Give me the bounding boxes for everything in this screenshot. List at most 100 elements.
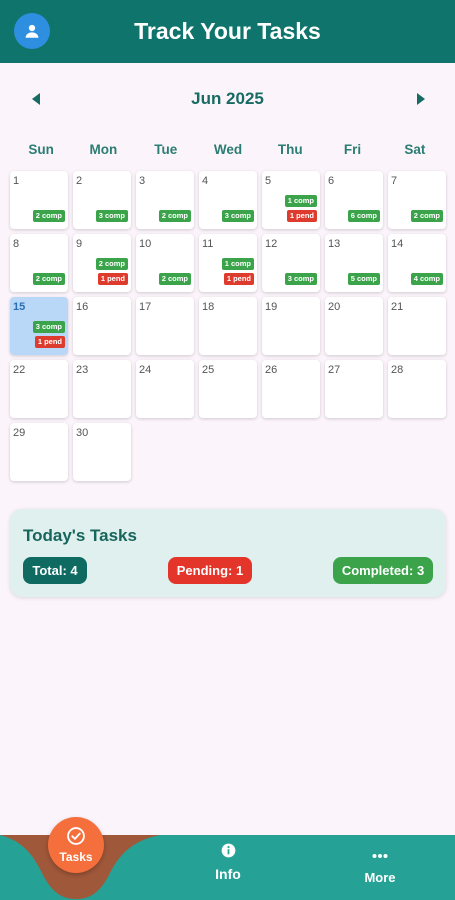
calendar-day[interactable]: 12 3 comp [262,234,320,292]
day-number: 7 [391,175,398,187]
calendar-day[interactable]: 7 2 comp [388,171,446,229]
calendar-day[interactable]: 10 2 comp [136,234,194,292]
calendar-grid: 1 2 comp 2 3 comp 3 2 comp 4 3 comp 5 1 comp 1 pen… [10,171,446,481]
weekday-label: Sun [28,142,54,157]
day-badges: 1 comp 1 pend [221,258,254,285]
calendar-day[interactable]: 9 2 comp 1 pend [73,234,131,292]
calendar-day[interactable]: 8 2 comp [10,234,68,292]
completed-count-badge: 2 comp [95,258,128,270]
weekday-label: Mon [89,142,118,157]
completed-count-badge: 5 comp [347,273,380,285]
more-dots-icon [372,846,388,862]
app-bar: Track Your Tasks [0,0,455,63]
app-title: Track Your Tasks [134,18,321,44]
day-badges: 1 comp 1 pend [284,195,317,222]
calendar-day[interactable]: 14 4 comp [388,234,446,292]
day-number: 10 [139,238,152,250]
day-number: 9 [76,238,83,250]
weekday-label: Wed [213,142,243,157]
calendar-day[interactable]: 18 [199,297,257,355]
calendar-day[interactable]: 28 [388,360,446,418]
pending-badge[interactable]: Pending: 1 [168,557,252,584]
calendar-day[interactable]: 16 [73,297,131,355]
day-number: 12 [265,238,278,250]
day-badges: 2 comp [32,273,65,285]
calendar-day[interactable]: 13 5 comp [325,234,383,292]
calendar-day[interactable]: 17 [136,297,194,355]
day-number: 1 [13,175,20,187]
weekday-label: Tue [154,142,178,157]
completed-count-badge: 3 comp [95,210,128,222]
day-badges: 3 comp [95,210,128,222]
day-number: 15 [13,301,26,313]
pending-count-badge: 1 pend [97,273,128,285]
day-number: 26 [265,364,278,376]
pending-count-badge: 1 pend [34,336,65,348]
day-number: 19 [265,301,278,313]
day-number: 8 [13,238,20,250]
day-badges: 2 comp [410,210,443,222]
day-badges: 3 comp [221,210,254,222]
day-badges: 2 comp [158,210,191,222]
day-number: 14 [391,238,404,250]
day-badges: 6 comp [347,210,380,222]
day-number: 6 [328,175,335,187]
calendar-day[interactable]: 30 [73,423,131,481]
total-badge[interactable]: Total: 4 [23,557,87,584]
day-number: 4 [202,175,209,187]
completed-count-badge: 2 comp [158,273,191,285]
day-number: 11 [202,238,214,250]
calendar-day[interactable]: 25 [199,360,257,418]
today-summary-card: Today's Tasks Total: 4 Pending: 1 Comple… [10,509,446,597]
completed-count-badge: 6 comp [347,210,380,222]
calendar-day[interactable]: 11 1 comp 1 pend [199,234,257,292]
calendar-day[interactable]: 5 1 comp 1 pend [262,171,320,229]
tab-info[interactable]: Info [203,843,253,882]
calendar-day[interactable]: 1 2 comp [10,171,68,229]
calendar-day[interactable]: 4 3 comp [199,171,257,229]
chevron-right-icon[interactable] [412,90,428,108]
day-number: 28 [391,364,404,376]
calendar-day[interactable]: 23 [73,360,131,418]
month-header: Jun 2025 [0,84,455,114]
calendar-day[interactable]: 21 [388,297,446,355]
day-badges: 3 comp [284,273,317,285]
calendar-day-today[interactable]: 15 3 comp 1 pend [10,297,68,355]
completed-count-badge: 2 comp [32,210,65,222]
completed-count-badge: 1 comp [284,195,317,207]
day-number: 27 [328,364,341,376]
day-badges: 2 comp 1 pend [95,258,128,285]
calendar-day[interactable]: 3 2 comp [136,171,194,229]
tab-more-label: More [364,870,396,885]
weekday-label: Thu [277,142,303,157]
calendar-day[interactable]: 24 [136,360,194,418]
tab-info-label: Info [215,866,241,882]
calendar-day[interactable]: 6 6 comp [325,171,383,229]
day-number: 20 [328,301,341,313]
day-badges: 2 comp [158,273,191,285]
day-badges: 3 comp 1 pend [32,321,65,348]
day-number: 13 [328,238,341,250]
day-number: 29 [13,427,26,439]
info-icon [221,843,236,861]
calendar-day[interactable]: 27 [325,360,383,418]
day-number: 18 [202,301,215,313]
completed-count-badge: 3 comp [32,321,65,333]
calendar-day[interactable]: 2 3 comp [73,171,131,229]
tab-more[interactable]: More [355,846,405,885]
day-number: 23 [76,364,89,376]
calendar-day[interactable]: 22 [10,360,68,418]
calendar-day[interactable]: 29 [10,423,68,481]
day-number: 30 [76,427,89,439]
day-number: 5 [265,175,272,187]
pending-count-badge: 1 pend [223,273,254,285]
weekday-label: Fri [343,142,362,157]
tab-tasks[interactable]: Tasks [48,817,104,873]
calendar-day[interactable]: 20 [325,297,383,355]
summary-title: Today's Tasks [23,526,137,545]
calendar-day[interactable]: 19 [262,297,320,355]
completed-badge[interactable]: Completed: 3 [333,557,433,584]
day-number: 2 [76,175,83,187]
month-label: Jun 2025 [191,89,264,108]
calendar-day[interactable]: 26 [262,360,320,418]
